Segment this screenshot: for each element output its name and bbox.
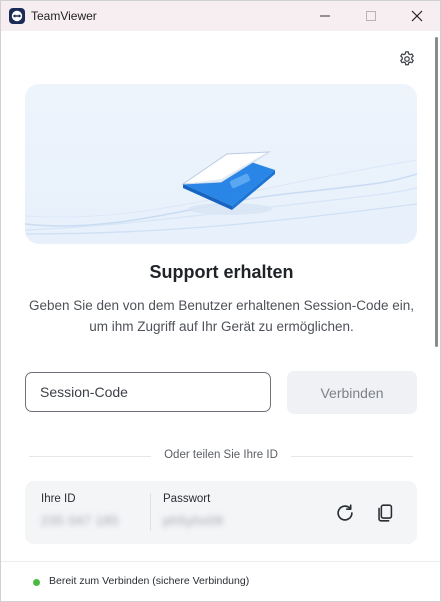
id-value: 235 047 185 (41, 513, 119, 528)
gear-icon (400, 51, 414, 66)
id-separator (150, 493, 151, 531)
maximize-button[interactable] (348, 1, 394, 31)
refresh-icon (337, 504, 353, 521)
close-button[interactable] (394, 1, 440, 31)
laptop-illustration (25, 151, 417, 235)
refresh-password-button[interactable] (333, 501, 357, 525)
connect-button[interactable]: Verbinden (287, 371, 417, 414)
id-label: Ihre ID (41, 493, 76, 505)
settings-button[interactable] (396, 48, 418, 70)
page-description: Geben Sie den von dem Benutzer erhaltene… (28, 298, 414, 334)
status-text: Bereit zum Verbinden (sichere Verbindung… (49, 575, 250, 587)
share-id-label: Oder teilen Sie Ihre ID (151, 449, 291, 461)
session-code-input[interactable] (25, 372, 271, 412)
status-dot-icon (33, 579, 40, 586)
status-bar: Bereit zum Verbinden (sichere Verbindung… (1, 561, 440, 601)
page-title: Support erhalten (149, 262, 294, 282)
scrollbar[interactable] (435, 37, 438, 347)
minimize-icon (320, 15, 330, 17)
hero-illustration (25, 84, 417, 244)
title-bar: TeamViewer (1, 1, 440, 31)
copy-icon (378, 504, 393, 522)
teamviewer-logo-icon (9, 8, 25, 24)
window-title: TeamViewer (31, 9, 97, 23)
password-value: ph5yhx09 (163, 513, 224, 528)
app-window: TeamViewer Support erhalten Geben Sie de… (0, 0, 441, 602)
minimize-button[interactable] (302, 1, 348, 31)
close-icon (411, 10, 423, 22)
id-card: Ihre ID 235 047 185 Passwort ph5yhx09 (25, 481, 417, 544)
copy-credentials-button[interactable] (373, 501, 397, 525)
maximize-icon (366, 11, 376, 21)
password-label: Passwort (163, 493, 211, 505)
